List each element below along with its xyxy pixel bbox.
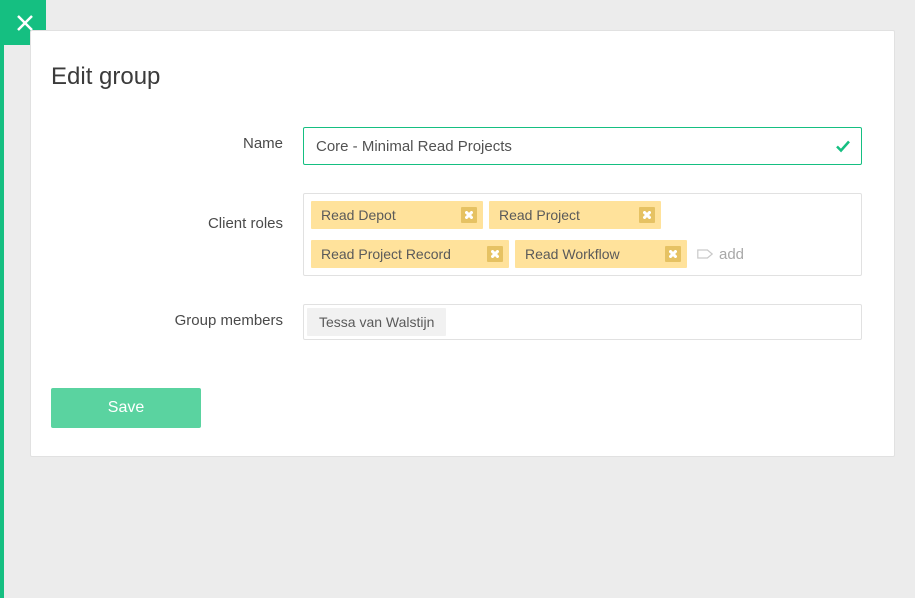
name-input[interactable] (304, 128, 825, 164)
name-label: Name (63, 127, 303, 152)
role-tag: Read Project (489, 201, 661, 229)
edit-group-panel: Edit group Name Client roles Read Depot (30, 30, 895, 457)
member-chip-label: Tessa van Walstijn (319, 314, 434, 330)
close-icon (491, 250, 499, 258)
role-tag-remove[interactable] (665, 246, 681, 262)
role-tag-label: Read Workflow (525, 246, 665, 262)
add-role-input[interactable]: add (693, 246, 744, 263)
save-button[interactable]: Save (51, 388, 201, 428)
close-icon (465, 211, 473, 219)
role-tag: Read Depot (311, 201, 483, 229)
name-row: Name (63, 127, 862, 165)
group-members-box[interactable]: Tessa van Walstijn (303, 304, 862, 340)
tag-icon (697, 247, 713, 261)
role-tag-remove[interactable] (461, 207, 477, 223)
member-chip: Tessa van Walstijn (307, 308, 446, 336)
name-input-wrap (303, 127, 862, 165)
left-accent-bar (0, 0, 4, 598)
role-tag-label: Read Project (499, 207, 639, 223)
close-icon (643, 211, 651, 219)
role-tag-label: Read Depot (321, 207, 461, 223)
role-tag: Read Workflow (515, 240, 687, 268)
role-tag-remove[interactable] (487, 246, 503, 262)
role-tag: Read Project Record (311, 240, 509, 268)
client-roles-tagbox[interactable]: Read Depot Read Project (303, 193, 862, 276)
name-valid-indicator (825, 138, 861, 154)
role-tag-label: Read Project Record (321, 246, 487, 262)
close-icon (16, 14, 34, 32)
client-roles-label: Client roles (63, 193, 303, 232)
role-tag-remove[interactable] (639, 207, 655, 223)
client-roles-row: Client roles Read Depot Read Project (63, 193, 862, 276)
close-icon (669, 250, 677, 258)
page-title: Edit group (51, 63, 862, 91)
group-members-label: Group members (63, 304, 303, 329)
check-icon (835, 138, 851, 154)
group-members-row: Group members Tessa van Walstijn (63, 304, 862, 340)
add-role-placeholder: add (719, 246, 744, 263)
